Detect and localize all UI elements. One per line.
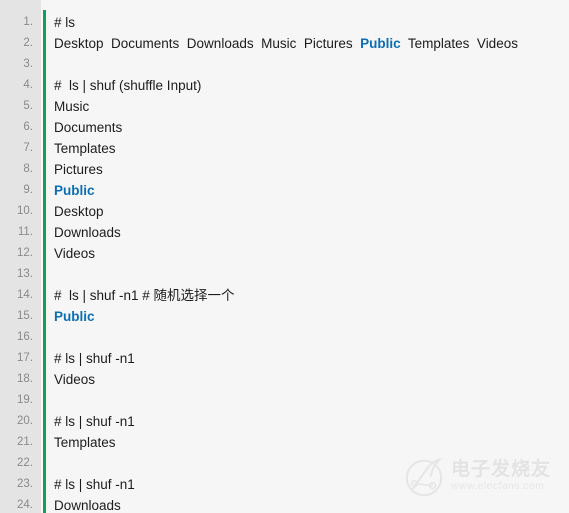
code-token: Pictures — [54, 162, 103, 177]
code-token: Downloads — [54, 225, 121, 240]
code-line[interactable]: 24. Downloads — [0, 495, 569, 513]
line-number: 9. — [23, 184, 33, 196]
code-line[interactable]: 15. Public — [0, 306, 569, 327]
line-number: 5. — [23, 100, 33, 112]
code-token: # ls | shuf -n1 — [54, 477, 135, 492]
line-content: Public — [54, 306, 95, 327]
line-content: Public — [54, 180, 95, 201]
line-content: # ls | shuf -n1 # 随机选择一个 — [54, 285, 235, 306]
code-block: 1. # ls 2. Desktop Documents Downloads Musi… — [0, 0, 569, 513]
code-line[interactable]: 18. Videos — [0, 369, 569, 390]
code-token-highlight: Public — [54, 309, 95, 324]
line-number: 20. — [17, 415, 33, 427]
code-line[interactable]: 7. Templates — [0, 138, 569, 159]
code-token-highlight: Public — [54, 183, 95, 198]
line-number: 8. — [23, 163, 33, 175]
line-number: 23. — [17, 478, 33, 490]
code-token: Videos — [54, 372, 96, 387]
code-token: # ls | shuf -n1 # 随机选择一个 — [54, 288, 235, 303]
line-number: 4. — [23, 79, 33, 91]
code-line[interactable]: 19. — [0, 390, 569, 411]
code-line[interactable]: 2. Desktop Documents Downloads Music Pict… — [0, 33, 569, 54]
line-content: Music — [54, 96, 89, 117]
code-line[interactable]: 14. # ls | shuf -n1 # 随机选择一个 — [0, 285, 569, 306]
code-token: # ls | shuf -n1 — [54, 351, 135, 366]
code-token: Templates Videos — [400, 36, 518, 51]
line-content: Desktop Documents Downloads Music Pictur… — [54, 33, 518, 54]
line-content: # ls | shuf (shuffle Input) — [54, 75, 201, 96]
line-number: 22. — [17, 457, 33, 469]
line-number: 17. — [17, 352, 33, 364]
line-number: 18. — [17, 373, 33, 385]
code-line[interactable]: 22. — [0, 453, 569, 474]
code-line[interactable]: 6. Documents — [0, 117, 569, 138]
line-content: Desktop — [54, 201, 104, 222]
code-token: # ls — [54, 15, 76, 30]
code-token: Templates — [54, 435, 116, 450]
code-line[interactable]: 13. — [0, 264, 569, 285]
code-line[interactable]: 3. — [0, 54, 569, 75]
code-lines: 1. # ls 2. Desktop Documents Downloads Musi… — [0, 12, 569, 513]
line-number: 7. — [23, 142, 33, 154]
line-content: Documents — [54, 117, 122, 138]
code-token: Downloads — [54, 498, 121, 513]
code-line[interactable]: 8. Pictures — [0, 159, 569, 180]
line-number: 11. — [17, 226, 33, 238]
line-content: Videos — [54, 243, 95, 264]
line-number: 1. — [23, 16, 33, 28]
code-line[interactable]: 21. Templates — [0, 432, 569, 453]
line-content: Videos — [54, 369, 95, 390]
code-token: Music — [54, 99, 90, 114]
code-line[interactable]: 16. — [0, 327, 569, 348]
line-number: 19. — [17, 394, 33, 406]
code-line[interactable]: 12. Videos — [0, 243, 569, 264]
code-token: Videos — [54, 246, 96, 261]
line-content: Templates — [54, 138, 116, 159]
line-number: 21. — [17, 436, 33, 448]
line-content: # ls | shuf -n1 — [54, 348, 135, 369]
code-line[interactable]: 23. # ls | shuf -n1 — [0, 474, 569, 495]
line-content: # ls | shuf -n1 — [54, 411, 135, 432]
code-line[interactable]: 11. Downloads — [0, 222, 569, 243]
line-number: 10. — [17, 205, 33, 217]
line-content: Downloads — [54, 495, 121, 513]
line-number: 2. — [23, 37, 33, 49]
line-number: 24. — [17, 499, 33, 511]
code-token: Desktop — [54, 204, 104, 219]
code-token-highlight: Public — [360, 36, 401, 51]
line-content: Downloads — [54, 222, 121, 243]
code-line[interactable]: 1. # ls — [0, 12, 569, 33]
line-number: 13. — [17, 268, 33, 280]
code-line[interactable]: 4. # ls | shuf (shuffle Input) — [0, 75, 569, 96]
line-number: 6. — [23, 121, 33, 133]
code-line[interactable]: 10. Desktop — [0, 201, 569, 222]
line-content: # ls — [54, 12, 75, 33]
line-number: 12. — [17, 247, 33, 259]
code-token: # ls | shuf (shuffle Input) — [54, 78, 202, 93]
line-number: 3. — [23, 58, 33, 70]
line-content: # ls | shuf -n1 — [54, 474, 135, 495]
code-token: Desktop Documents Downloads Music Pictur… — [54, 36, 361, 51]
line-number: 16. — [17, 331, 33, 343]
code-line[interactable]: 9. Public — [0, 180, 569, 201]
line-number: 14. — [17, 289, 33, 301]
code-token: Documents — [54, 120, 123, 135]
code-token: Templates — [54, 141, 116, 156]
line-content: Pictures — [54, 159, 103, 180]
code-line[interactable]: 17. # ls | shuf -n1 — [0, 348, 569, 369]
code-line[interactable]: 5. Music — [0, 96, 569, 117]
line-content: Templates — [54, 432, 116, 453]
code-line[interactable]: 20. # ls | shuf -n1 — [0, 411, 569, 432]
code-token: # ls | shuf -n1 — [54, 414, 135, 429]
line-number: 15. — [17, 310, 33, 322]
